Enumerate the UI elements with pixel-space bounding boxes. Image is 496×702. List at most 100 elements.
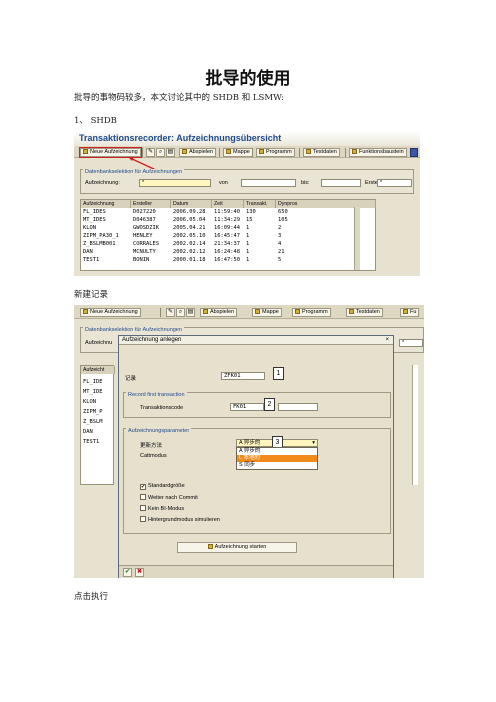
recording-input[interactable]: * (139, 179, 211, 187)
table-scrollbar[interactable] (412, 365, 418, 485)
play-button[interactable]: Abspielen (200, 308, 238, 317)
table-cell[interactable]: 11:34:29 (212, 216, 240, 224)
function-module-button[interactable]: Fu (400, 308, 420, 317)
record-name-input[interactable]: ZFK01 (221, 372, 265, 380)
no-bi-mode-option[interactable]: Kein BI-Modus (140, 505, 184, 512)
new-recording-label: Neue Aufzeichnung (90, 309, 138, 315)
table-cell[interactable]: MCNULTY (131, 248, 156, 256)
table-cell[interactable]: 11:59:40 (212, 208, 240, 216)
table-cell[interactable]: ZIPM_PA30_1 (81, 232, 119, 240)
table-cell[interactable]: D046387 (131, 216, 156, 224)
table-cell[interactable]: 21 (276, 248, 285, 256)
table-cell[interactable]: 2002.02.12 (171, 248, 205, 256)
table-cell[interactable]: 130 (244, 208, 256, 216)
table-cell[interactable]: 5 (276, 256, 281, 264)
table-cell[interactable]: MT_IDES (81, 216, 106, 224)
to-input[interactable] (321, 179, 361, 187)
continue-after-commit-option[interactable]: Weiter nach Commit (140, 494, 198, 501)
dropdown-icon[interactable]: ▾ (312, 440, 315, 446)
record-label: 记录 (125, 376, 137, 382)
tcode-input-ext[interactable] (278, 403, 318, 411)
trash-icon[interactable]: ▤ (186, 308, 195, 317)
std-size-label: Standardgröße (148, 483, 185, 489)
checkbox-icon[interactable] (140, 505, 146, 511)
table-cell[interactable]: HENLEY (131, 232, 152, 240)
program-button[interactable]: Programm (292, 308, 331, 317)
table-cell[interactable]: ZIPM_P (81, 408, 102, 416)
pencil-icon[interactable]: ✎ (166, 308, 175, 317)
table-cell[interactable]: 1 (244, 224, 249, 232)
table-cell[interactable]: 16:45:47 (212, 232, 240, 240)
table-cell[interactable]: 2006.09.28 (171, 208, 205, 216)
checkbox-icon[interactable] (140, 494, 146, 500)
table-cell[interactable]: 16:47:50 (212, 256, 240, 264)
table-cell[interactable]: 105 (276, 216, 288, 224)
creator-input[interactable]: * (377, 179, 412, 187)
creator-input[interactable]: * (399, 339, 423, 347)
table-cell[interactable]: DAN (81, 248, 93, 256)
table-cell[interactable]: DAN (81, 428, 93, 436)
table-cell[interactable]: 1 (244, 240, 249, 248)
column-header[interactable]: Zeit (212, 200, 244, 208)
table-cell[interactable]: 15 (244, 216, 253, 224)
new-recording-button[interactable]: Neue Aufzeichnung (80, 308, 141, 317)
table-cell[interactable]: 21:34:37 (212, 240, 240, 248)
table-cell[interactable]: 1 (244, 232, 249, 240)
table-cell[interactable]: 1 (244, 248, 249, 256)
tcode-input[interactable]: FK01 (230, 403, 264, 411)
session-label: Mappe (262, 309, 279, 315)
step-callout: 2 (264, 398, 275, 411)
start-recording-button[interactable]: Aufzeichnung starten (177, 542, 297, 553)
table-cell[interactable]: BONIN (131, 256, 149, 264)
table-scrollbar[interactable] (354, 207, 360, 270)
table-cell[interactable]: GWOSDZIK (131, 224, 159, 232)
option-async[interactable]: A 异步的 (237, 448, 317, 455)
table-cell[interactable]: 650 (276, 208, 288, 216)
table-cell[interactable]: D027220 (131, 208, 156, 216)
table-cell[interactable]: 2002.05.10 (171, 232, 205, 240)
option-sync[interactable]: S 同步 (237, 462, 317, 469)
table-cell[interactable]: 2006.05.04 (171, 216, 205, 224)
table-cell[interactable]: Z_BSLM (81, 418, 102, 426)
table-cell[interactable]: TEST1 (81, 438, 99, 446)
checkbox-icon[interactable] (140, 516, 146, 522)
std-size-option[interactable]: ✔ Standardgröße (140, 483, 185, 490)
table-cell[interactable]: Z_BSLMB001 (81, 240, 115, 248)
checkbox-checked-icon[interactable]: ✔ (140, 484, 146, 490)
recording-label: Aufzeichnung: (85, 180, 120, 186)
column-header[interactable]: Aufzeichnung (81, 200, 131, 208)
table-cell[interactable]: 2002.02.14 (171, 240, 205, 248)
table-cell[interactable]: 1 (244, 256, 249, 264)
simulate-background-option[interactable]: Hintergrundmodus simulieren (140, 516, 220, 523)
table-cell[interactable]: 16:24:48 (212, 248, 240, 256)
table-cell[interactable]: 2000.01.18 (171, 256, 205, 264)
table-cell[interactable]: CORRALES (131, 240, 159, 248)
table-cell[interactable]: 4 (276, 240, 281, 248)
simulate-background-label: Hintergrundmodus simulieren (148, 517, 220, 523)
table-cell[interactable]: KLON (81, 224, 96, 232)
table-cell[interactable]: TEST1 (81, 256, 99, 264)
session-button[interactable]: Mappe (252, 308, 282, 317)
column-header[interactable]: Ersteller (131, 200, 171, 208)
check-icon[interactable]: ✔ (123, 568, 132, 577)
table-cell[interactable]: FL_IDES (81, 208, 106, 216)
table-cell[interactable]: 2 (276, 224, 281, 232)
cancel-icon[interactable]: ✖ (135, 568, 144, 577)
column-header[interactable]: Datum (171, 200, 212, 208)
table-cell[interactable]: 2005.04.21 (171, 224, 205, 232)
close-icon[interactable]: × (385, 336, 389, 345)
table-cell[interactable]: MT_IDE (81, 388, 102, 396)
display-icon[interactable]: ⌕ (176, 308, 185, 317)
table-cell[interactable]: FL_IDE (81, 378, 102, 386)
function-module-label: Fu (410, 309, 417, 315)
table-cell[interactable]: 16:09:44 (212, 224, 240, 232)
testdata-button[interactable]: Testdaten (346, 308, 383, 317)
option-local[interactable]: L 本地的 (237, 455, 317, 462)
column-header[interactable]: Aufzeicht (81, 366, 115, 374)
table-cell[interactable]: KLON (81, 398, 96, 406)
from-input[interactable] (241, 179, 296, 187)
column-header[interactable]: Dynpros (276, 200, 376, 208)
table-cell[interactable]: 3 (276, 232, 281, 240)
recordings-table: Aufzeichnung Ersteller Datum Zeit Transa… (80, 199, 376, 271)
column-header[interactable]: Transakt. (244, 200, 276, 208)
